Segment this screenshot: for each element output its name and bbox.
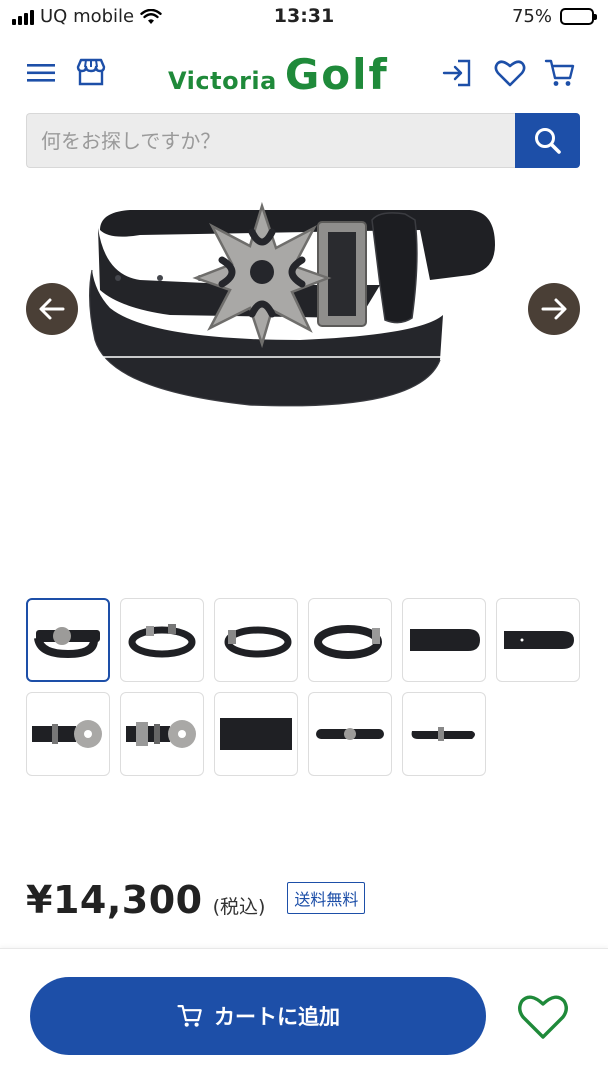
thumbnail-7[interactable] — [26, 692, 110, 776]
cart-icon — [177, 1005, 202, 1027]
search-button[interactable] — [515, 113, 580, 168]
bottom-action-bar: カートに追加 — [0, 948, 608, 1080]
search-bar — [26, 113, 580, 168]
login-icon[interactable] — [440, 56, 474, 90]
search-input[interactable] — [26, 113, 515, 168]
tax-note: (税込) — [212, 896, 266, 918]
thumbnail-gallery — [26, 598, 582, 776]
status-right: 75% — [511, 6, 597, 27]
heart-icon[interactable] — [493, 56, 527, 90]
price-row: ¥14,300 (税込) 送料無料 — [26, 878, 366, 922]
thumbnail-10[interactable] — [308, 692, 392, 776]
menu-icon[interactable] — [24, 56, 58, 90]
thumbnail-5[interactable] — [402, 598, 486, 682]
thumbnail-4[interactable] — [308, 598, 392, 682]
add-to-cart-button[interactable]: カートに追加 — [30, 977, 486, 1055]
thumbnail-2[interactable] — [120, 598, 204, 682]
prev-image-button[interactable] — [26, 283, 78, 335]
store-icon[interactable] — [74, 56, 108, 90]
cart-icon[interactable] — [543, 56, 577, 90]
arrow-left-icon — [39, 298, 65, 320]
thumbnail-9[interactable] — [214, 692, 298, 776]
battery-icon — [560, 8, 597, 25]
free-shipping-badge: 送料無料 — [287, 882, 366, 914]
thumbnail-8[interactable] — [120, 692, 204, 776]
site-header: Victoria Golf — [0, 46, 608, 104]
site-logo[interactable]: Victoria Golf — [168, 50, 389, 99]
belt-image — [88, 201, 495, 407]
battery-percent: 75% — [511, 6, 552, 27]
add-to-cart-label: カートに追加 — [214, 1005, 340, 1029]
status-bar: UQ mobile 13:31 75% — [0, 0, 608, 36]
search-icon — [534, 127, 561, 154]
favorite-heart-icon[interactable] — [516, 991, 570, 1041]
arrow-right-icon — [541, 298, 567, 320]
thumbnail-3[interactable] — [214, 598, 298, 682]
logo-victoria: Victoria — [168, 67, 277, 95]
next-image-button[interactable] — [528, 283, 580, 335]
thumbnail-1[interactable] — [26, 598, 110, 682]
logo-golf: Golf — [284, 50, 389, 99]
product-main-image[interactable] — [0, 190, 608, 580]
thumbnail-6[interactable] — [496, 598, 580, 682]
product-price: ¥14,300 — [26, 878, 203, 922]
thumbnail-11[interactable] — [402, 692, 486, 776]
